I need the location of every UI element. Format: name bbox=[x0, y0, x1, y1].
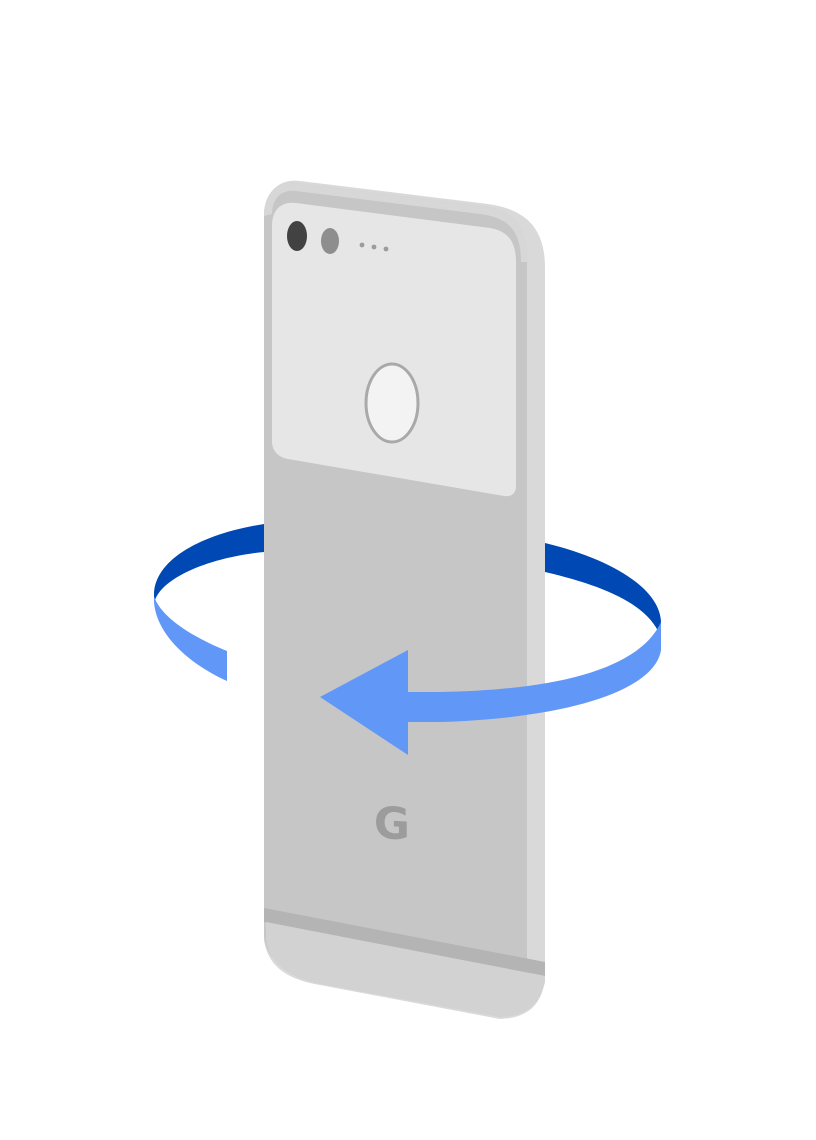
fingerprint-sensor-icon bbox=[364, 362, 420, 444]
flash-icon bbox=[321, 228, 339, 254]
mic-dot-icon bbox=[359, 242, 365, 248]
google-logo: G bbox=[374, 798, 410, 851]
mic-dot-icon bbox=[383, 246, 389, 252]
camera-icon bbox=[287, 221, 307, 251]
rotate-arrow-back-left bbox=[154, 524, 264, 604]
glass-panel bbox=[272, 202, 516, 497]
phone-back: G bbox=[264, 180, 545, 1019]
mic-dot-icon bbox=[371, 244, 377, 250]
rotate-arrow-tail bbox=[154, 596, 227, 681]
rotate-phone-illustration: G bbox=[154, 180, 661, 1019]
rotate-arrow-back-right bbox=[545, 543, 661, 638]
